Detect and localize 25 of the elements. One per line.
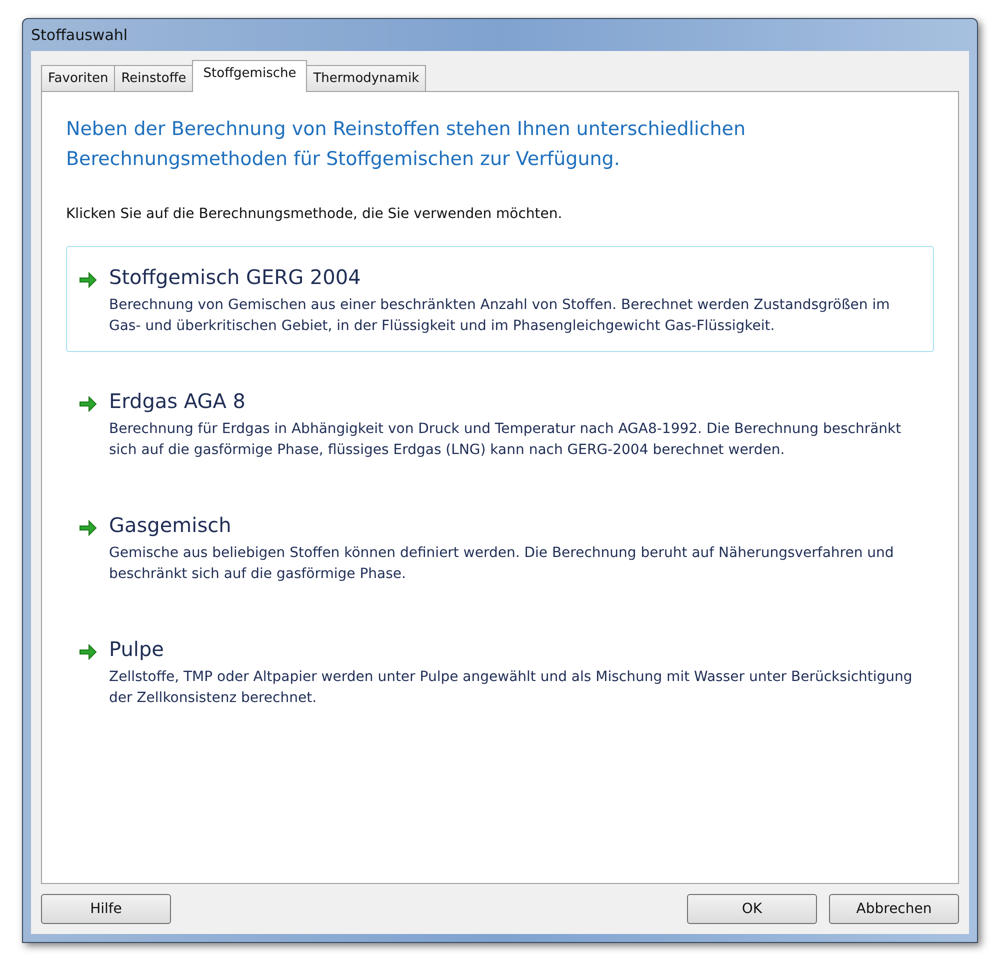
method-title: Erdgas AGA 8 — [109, 389, 247, 413]
method-title: Gasgemisch — [109, 513, 232, 537]
method-description: Berechnung für Erdgas in Abhängigkeit von Druck und Temperatur nach AGA8-1992. Die Berechnung beschränkt sich auf die gasförmige Phase, flüssiges Erdgas (LNG) kann nach GERG-2004 berechnet werden. — [109, 420, 902, 460]
method-description: Berechnung von Gemischen aus einer beschränkten Anzahl von Stoffen. Berechnet werden Zustandsgrößen im Gas- und überkritischen Gebiet, in der Flüssigkeit und im Phasengleichgewicht Gas-Flüssigkeit. — [109, 296, 891, 336]
method-description: Zellstoffe, TMP oder Altpapier werden unter Pulpe angewählt und als Mischung mit Wasser unter Berücksichtigung der Zellkonsistenz berechnet. — [109, 668, 914, 708]
tab[interactable]: Stoffgemische — [192, 60, 308, 92]
help-button[interactable]: Hilfe — [41, 894, 171, 924]
tab[interactable]: Reinstoffe — [114, 65, 194, 92]
arrow-icon — [79, 520, 97, 536]
method-title: Stoffgemisch GERG 2004 — [109, 265, 362, 289]
arrow-icon — [79, 396, 97, 412]
arrow-icon — [79, 644, 97, 660]
arrow-icon — [79, 272, 97, 288]
method-option[interactable] — [66, 246, 934, 352]
dialog-button[interactable]: Abbrechen — [829, 894, 959, 924]
method-option[interactable]: Pulpe Zellstoffe, TMP oder Altpapier werden unter Pulpe angewählt und als Mischung mit Wasser unter Berücksichtigung der Zellkonsistenz berechnet. — [66, 618, 934, 724]
tab[interactable]: Thermodynamik — [306, 65, 426, 92]
window-title: Stoffauswahl — [31, 26, 128, 44]
method-option[interactable]: Gasgemisch Gemische aus beliebigen Stoffen können definiert werden. Die Berechnung beruht auf Näherungsverfahren und beschränkt sich auf die gasförmige Phase. — [66, 494, 934, 600]
tab[interactable]: Favoriten — [41, 65, 116, 92]
dialog-button[interactable]: OK — [687, 894, 817, 924]
method-title: Pulpe — [109, 637, 165, 661]
method-description: Gemische aus beliebigen Stoffen können definiert werden. Die Berechnung beruht auf Näherungsverfahren und beschränkt sich auf die gasförmige Phase. — [109, 544, 895, 584]
instruction-text: Klicken Sie auf die Berechnungsmethode, die Sie verwenden möchten. — [66, 206, 564, 222]
intro-text: Neben der Berechnung von Reinstoffen stehen Ihnen unterschiedlichen Berechnungsmethoden für Stoffgemischen zur Verfügung. — [66, 117, 747, 172]
